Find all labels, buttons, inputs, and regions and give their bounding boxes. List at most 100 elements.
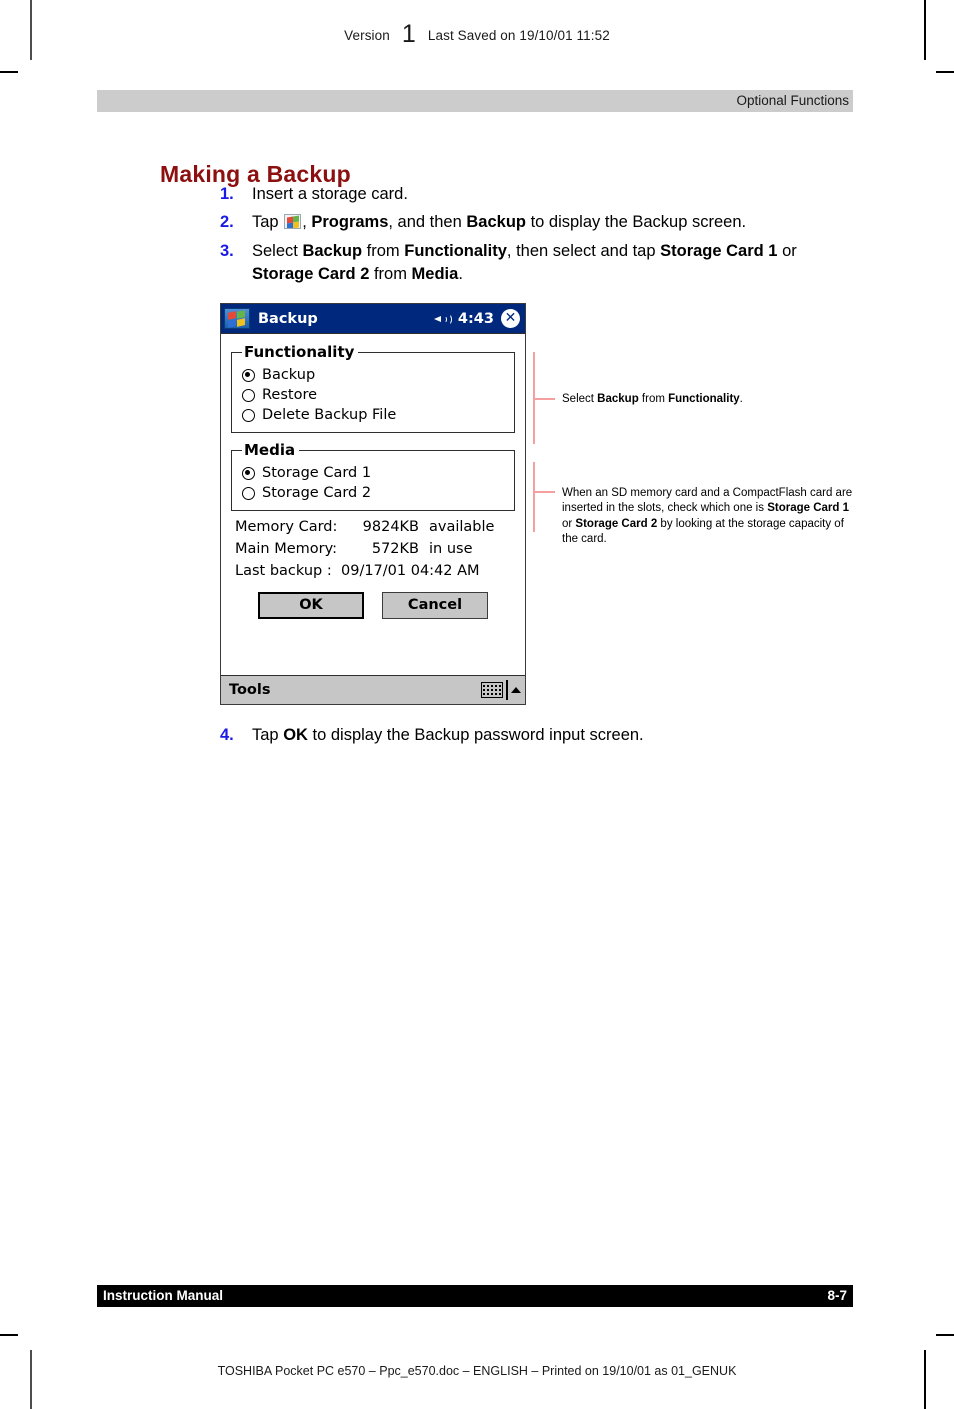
emphasis-text: Storage Card 1 <box>767 502 849 515</box>
list-item: 1. Insert a storage card. <box>220 183 860 206</box>
memory-info-value: 572KB <box>371 541 419 557</box>
radio-unchecked-icon[interactable] <box>242 409 255 422</box>
body-text: to display the Backup password input scr… <box>307 726 644 744</box>
emphasis-text: Backup <box>466 213 526 232</box>
memory-info-block: Memory Card: 9824KB available Main Memory: 5… <box>231 519 515 579</box>
chapter-title: Optional Functions <box>736 93 849 108</box>
functionality-option-label: Backup <box>262 367 316 383</box>
crop-mark-bottom-right-vertical <box>924 1350 926 1409</box>
document-imprint: TOSHIBA Pocket PC e570 – Ppc_e570.doc – … <box>217 1364 737 1378</box>
version-label: Version <box>344 28 390 43</box>
body-text: Tap <box>252 213 284 232</box>
annotation-bracket-2-vertical <box>533 462 535 532</box>
emphasis-text: Storage Card 2 <box>575 517 658 530</box>
radio-unchecked-icon[interactable] <box>242 389 255 402</box>
memory-info-row: Main Memory: 572KB in use <box>235 541 515 557</box>
pda-taskbar-right <box>481 680 521 700</box>
annotation-text-1: Select Backup from Functionality. <box>562 392 854 407</box>
document-running-head: Version 1 Last Saved on 19/10/01 11:52 <box>0 18 954 48</box>
body-text: . <box>458 265 463 284</box>
body-text: Select <box>562 393 598 405</box>
emphasis-text: Functionality <box>668 393 740 405</box>
media-option-label: Storage Card 1 <box>262 465 372 481</box>
pda-dialog-buttons: OK Cancel <box>231 592 515 619</box>
caret-up-icon[interactable] <box>511 687 521 693</box>
memory-info-row: Memory Card: 9824KB available <box>235 519 515 535</box>
body-text: , and then <box>388 213 467 232</box>
pda-title-bar: Backup 4:43 ✕ <box>221 304 525 333</box>
crop-mark-bottom-left-horizontal <box>0 1334 18 1336</box>
media-option-label: Storage Card 2 <box>262 485 372 501</box>
annotation-text-2: When an SD memory card and a CompactFlas… <box>562 486 854 548</box>
body-text: Tap <box>252 726 284 744</box>
numbered-step-4: 4. Tap OK to display the Backup password … <box>220 724 860 747</box>
emphasis-text: Storage Card 1 <box>660 241 778 260</box>
windows-start-icon <box>284 214 302 230</box>
memory-info-value: 09/17/01 04:42 AM <box>341 563 480 579</box>
pda-screenshot: Backup 4:43 ✕ Functionality Backup Restor… <box>220 303 526 705</box>
functionality-option-1[interactable]: Restore <box>242 386 508 405</box>
functionality-group: Functionality Backup Restore Delete Backup… <box>231 343 515 433</box>
step-text: Tap , Programs, and then Backup to displ… <box>252 211 860 234</box>
radio-checked-icon[interactable] <box>242 369 255 382</box>
body-text: Insert a storage card. <box>252 185 408 203</box>
media-options: Storage Card 1 Storage Card 2 <box>242 464 508 503</box>
version-number: 1 <box>401 20 416 48</box>
annotation-bracket-1-leader <box>533 398 555 400</box>
emphasis-text: Media <box>411 265 459 284</box>
annotation-bracket-2-leader <box>533 491 555 493</box>
memory-info-row: Last backup : 09/17/01 04:42 AM <box>235 563 515 579</box>
last-saved-text: Last Saved on 19/10/01 11:52 <box>427 28 610 43</box>
taskbar-divider <box>506 680 508 700</box>
functionality-option-2[interactable]: Delete Backup File <box>242 406 508 425</box>
media-legend: Media <box>244 441 296 459</box>
functionality-option-0[interactable]: Backup <box>242 366 508 385</box>
functionality-legend: Functionality <box>244 343 355 361</box>
keyboard-icon[interactable] <box>481 682 503 698</box>
pda-taskbar: Tools <box>221 675 525 704</box>
memory-info-value: 9824KB <box>362 519 419 535</box>
radio-unchecked-icon[interactable] <box>242 487 255 500</box>
tools-menu[interactable]: Tools <box>229 682 271 698</box>
media-group: Media Storage Card 1 Storage Card 2 <box>231 441 515 511</box>
emphasis-text: Storage Card 2 <box>252 265 370 284</box>
ok-button[interactable]: OK <box>258 592 364 619</box>
body-text: . <box>739 393 743 405</box>
pda-clock[interactable]: 4:43 <box>458 311 494 327</box>
chapter-band: Optional Functions <box>97 90 853 112</box>
body-text: to display the Backup screen. <box>525 213 747 232</box>
speaker-icon[interactable] <box>433 312 452 326</box>
radio-checked-icon[interactable] <box>242 467 255 480</box>
pda-dialog-body: Functionality Backup Restore Delete Backup… <box>221 333 525 675</box>
footer-manual-label: Instruction Manual <box>103 1288 224 1303</box>
memory-info-label: Memory Card: <box>235 519 338 535</box>
functionality-option-label: Delete Backup File <box>262 407 397 423</box>
step-text: Select Backup from Functionality, then s… <box>252 240 860 287</box>
memory-info-label: Last backup : <box>235 563 332 579</box>
pda-window-title: Backup <box>258 310 318 327</box>
emphasis-text: Programs <box>311 213 389 232</box>
memory-info-suffix: in use <box>429 541 473 557</box>
memory-info-suffix: available <box>429 519 495 535</box>
close-icon[interactable]: ✕ <box>501 309 520 328</box>
step-number: 4. <box>220 726 234 744</box>
footer-band: Instruction Manual 8-7 <box>97 1285 853 1307</box>
windows-start-icon[interactable] <box>224 308 250 329</box>
list-item: 3. Select Backup from Functionality, then… <box>220 240 860 287</box>
body-text: or <box>562 517 576 530</box>
crop-mark-top-left-horizontal <box>0 71 18 73</box>
emphasis-text: Backup <box>302 241 363 260</box>
step-number: 1. <box>220 185 234 203</box>
media-option-1[interactable]: Storage Card 2 <box>242 484 508 503</box>
memory-info-label: Main Memory: <box>235 541 338 557</box>
pda-title-bar-right: 4:43 ✕ <box>433 304 520 333</box>
numbered-steps-list: 1. Insert a storage card. 2. Tap , Programs… <box>220 183 860 292</box>
functionality-options: Backup Restore Delete Backup File <box>242 366 508 425</box>
cancel-button[interactable]: Cancel <box>382 592 488 619</box>
media-option-0[interactable]: Storage Card 1 <box>242 464 508 483</box>
crop-mark-bottom-right-horizontal <box>936 1334 954 1336</box>
emphasis-text: OK <box>283 726 308 744</box>
emphasis-text: Backup <box>597 393 639 405</box>
body-text: Select <box>252 241 303 260</box>
body-text: , <box>302 213 312 232</box>
